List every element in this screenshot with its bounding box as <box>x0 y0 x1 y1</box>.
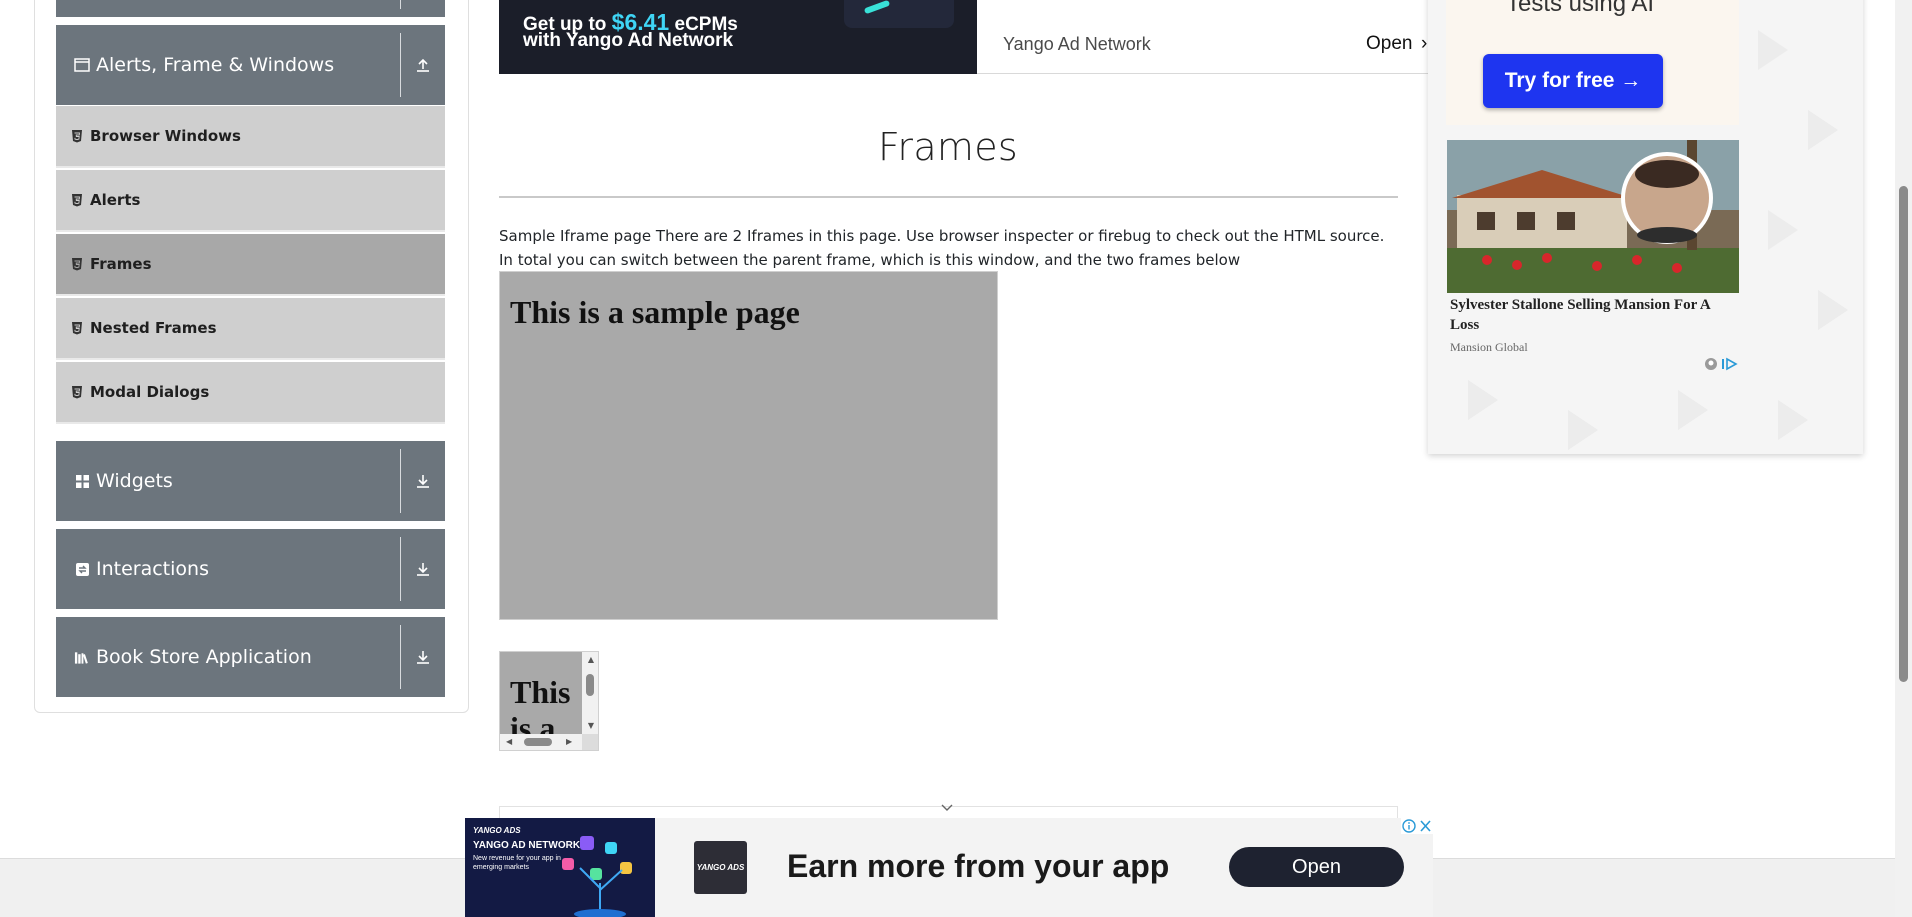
vertical-scroll-thumb[interactable] <box>586 674 594 696</box>
interactions-icon <box>74 561 90 577</box>
page: Alerts, Frame & Windows Browser Windows … <box>0 0 1912 917</box>
window-icon <box>74 57 90 73</box>
scroll-down-icon[interactable]: ▼ <box>588 722 594 730</box>
sidebar-item-label: Frames <box>90 255 152 273</box>
ad-caption[interactable]: Sylvester Stallone Selling Mansion For A… <box>1450 295 1738 335</box>
ad-headline[interactable]: Earn more from your app <box>787 848 1169 885</box>
frame-content: This is a sample page <box>500 652 584 734</box>
sidebar-item-browser-windows[interactable]: Browser Windows <box>56 106 445 168</box>
ad-open-button[interactable]: Open <box>1229 847 1404 887</box>
right-ad-panel[interactable]: Tests using AI Try for free → Sylvester … <box>1428 0 1863 454</box>
ad-open-button[interactable]: Open <box>1366 33 1412 55</box>
iframe-small[interactable]: This is a sample page ▲ ▼ ◀ ▶ <box>499 651 599 751</box>
sidebar-item-label: Alerts <box>90 191 141 209</box>
sidebar-group-alerts-frame-windows[interactable]: Alerts, Frame & Windows <box>56 25 445 105</box>
html5-icon <box>70 192 84 208</box>
ad-brand: Yango Ad Network <box>1003 34 1151 54</box>
upload-arrow-icon[interactable] <box>401 25 445 105</box>
html5-icon <box>70 384 84 400</box>
sidebar-group-elements-partial[interactable] <box>56 0 445 17</box>
ad-logo[interactable]: YANGO ADS <box>694 841 747 894</box>
bottom-ad-image[interactable]: YANGO ADS YANGO AD NETWORK New revenue f… <box>465 818 655 917</box>
ad-graphic <box>844 0 954 28</box>
html5-icon <box>70 128 84 144</box>
group-label: Widgets <box>96 470 173 492</box>
sidebar-group-interactions[interactable]: Interactions <box>56 529 445 609</box>
sidebar-item-label: Nested Frames <box>90 319 217 337</box>
chevron-down-icon[interactable] <box>940 801 954 815</box>
sidebar-item-frames[interactable]: Frames <box>56 234 445 296</box>
page-title: Frames <box>878 125 1018 169</box>
chevron-right-icon[interactable]: › <box>1421 33 1427 55</box>
group-label: Book Store Application <box>96 646 312 668</box>
group-label: Alerts, Frame & Windows <box>96 54 335 76</box>
sidebar-item-label: Browser Windows <box>90 127 241 145</box>
sidebar-item-alerts[interactable]: Alerts <box>56 170 445 232</box>
horizontal-scroll-thumb[interactable] <box>524 738 552 746</box>
sidebar-group-widgets[interactable]: Widgets <box>56 441 445 521</box>
bottom-ad-banner[interactable]: YANGO ADS YANGO AD NETWORK New revenue f… <box>465 818 1433 917</box>
download-arrow-icon[interactable] <box>401 617 445 697</box>
scroll-up-icon[interactable]: ▲ <box>588 656 594 664</box>
ad-image-graphic <box>562 836 632 917</box>
ad-image-brand: YANGO ADS <box>473 826 521 835</box>
scroll-left-icon[interactable]: ◀ <box>506 738 512 746</box>
grid-icon <box>74 473 90 489</box>
sidebar-item-label: Modal Dialogs <box>90 383 210 401</box>
download-arrow-icon[interactable] <box>401 529 445 609</box>
top-ad-image[interactable]: Get up to $6.41 eCPMs with Yango Ad Netw… <box>499 0 977 74</box>
html5-icon <box>70 320 84 336</box>
adchoices-icon[interactable] <box>1703 356 1743 372</box>
frame-heading: This is a sample page <box>510 294 800 330</box>
html5-icon <box>70 256 84 272</box>
books-icon <box>74 649 90 665</box>
frame-heading: This is a sample page <box>510 674 571 734</box>
iframe-large[interactable]: This is a sample page <box>499 271 998 620</box>
ad-line-2: with Yango Ad Network <box>523 30 734 51</box>
try-free-button[interactable]: Try for free → <box>1483 54 1663 108</box>
ad-headline: Tests using AI <box>1506 0 1655 17</box>
title-divider <box>499 196 1398 198</box>
sidebar-item-nested-frames[interactable]: Nested Frames <box>56 298 445 360</box>
ad-source: Mansion Global <box>1450 340 1528 354</box>
chevron-up-icon <box>401 0 445 17</box>
download-arrow-icon[interactable] <box>401 441 445 521</box>
scroll-right-icon[interactable]: ▶ <box>566 738 572 746</box>
group-label: Interactions <box>96 558 209 580</box>
top-ad-banner[interactable]: Get up to $6.41 eCPMs with Yango Ad Netw… <box>499 0 1431 74</box>
page-description: Sample Iframe page There are 2 Iframes i… <box>499 227 1385 269</box>
ad-photo[interactable] <box>1447 140 1739 293</box>
page-scroll-thumb[interactable] <box>1899 186 1908 682</box>
sidebar-item-modal-dialogs[interactable]: Modal Dialogs <box>56 362 445 424</box>
sidebar-group-book-store[interactable]: Book Store Application <box>56 617 445 697</box>
ad-info-close-icon[interactable] <box>1401 818 1433 834</box>
scroll-corner <box>582 734 598 750</box>
